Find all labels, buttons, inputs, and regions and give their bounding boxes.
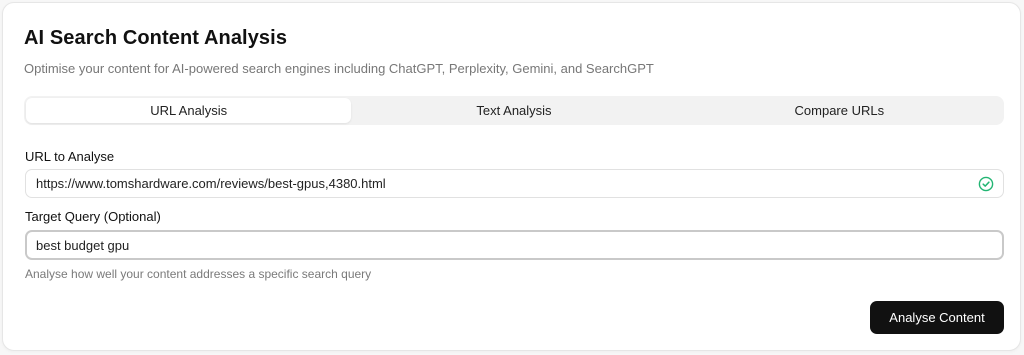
check-circle-icon [978,176,994,192]
query-input-wrapper [25,230,1004,260]
analysis-tabs: URL Analysis Text Analysis Compare URLs [24,96,1004,125]
analysis-card: AI Search Content Analysis Optimise your… [2,2,1021,351]
analyse-content-button[interactable]: Analyse Content [870,301,1004,334]
tab-url-analysis[interactable]: URL Analysis [26,98,352,123]
query-field-label: Target Query (Optional) [25,209,161,224]
url-input[interactable] [36,176,993,191]
url-input-wrapper [25,169,1004,198]
tab-text-analysis[interactable]: Text Analysis [351,98,676,123]
tab-compare-urls[interactable]: Compare URLs [677,98,1002,123]
target-query-input[interactable] [36,237,993,253]
page-subtitle: Optimise your content for AI-powered sea… [24,61,654,76]
page-title: AI Search Content Analysis [24,27,288,49]
url-field-label: URL to Analyse [25,149,115,164]
query-hint: Analyse how well your content addresses … [25,267,372,281]
